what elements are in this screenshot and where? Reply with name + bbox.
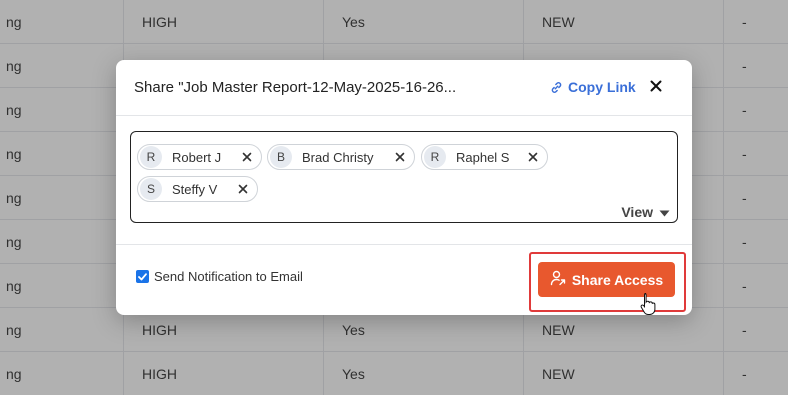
recipient-chip: R Robert J [137, 144, 262, 170]
close-icon [238, 184, 248, 194]
recipient-name: Steffy V [172, 181, 218, 197]
close-icon [395, 152, 405, 162]
user-share-icon [550, 270, 566, 289]
recipient-name: Raphel S [456, 149, 510, 165]
recipients-field[interactable]: R Robert J B Brad Christy R Raphel S S S… [130, 131, 678, 223]
close-icon [650, 79, 662, 97]
avatar: R [140, 146, 162, 168]
share-access-label: Share Access [571, 271, 664, 288]
caret-down-icon [659, 204, 670, 220]
avatar: B [270, 146, 292, 168]
dialog-header: Share "Job Master Report-12-May-2025-16-… [116, 60, 692, 116]
recipient-name: Brad Christy [302, 149, 374, 165]
notify-checkbox[interactable] [136, 270, 149, 283]
close-icon [528, 152, 538, 162]
close-button[interactable] [646, 78, 666, 98]
recipient-chip: R Raphel S [421, 144, 548, 170]
hand-cursor-icon [640, 292, 656, 316]
recipient-chip: S Steffy V [137, 176, 258, 202]
recipient-name: Robert J [172, 149, 222, 165]
remove-recipient-button[interactable] [241, 151, 253, 163]
share-dialog: Share "Job Master Report-12-May-2025-16-… [116, 60, 692, 315]
avatar: R [424, 146, 446, 168]
link-icon [550, 81, 563, 94]
notify-label: Send Notification to Email [154, 269, 303, 284]
avatar: S [140, 178, 162, 200]
copy-link-label: Copy Link [568, 79, 636, 95]
remove-recipient-button[interactable] [527, 151, 539, 163]
recipient-chip: B Brad Christy [267, 144, 415, 170]
dialog-title: Share "Job Master Report-12-May-2025-16-… [134, 79, 457, 96]
view-toggle[interactable]: View [621, 204, 670, 220]
remove-recipient-button[interactable] [237, 183, 249, 195]
copy-link-button[interactable]: Copy Link [550, 79, 636, 95]
check-icon [138, 272, 147, 280]
divider [116, 244, 692, 245]
close-icon [242, 152, 252, 162]
notify-option: Send Notification to Email [136, 269, 303, 284]
view-label: View [621, 204, 653, 220]
remove-recipient-button[interactable] [394, 151, 406, 163]
